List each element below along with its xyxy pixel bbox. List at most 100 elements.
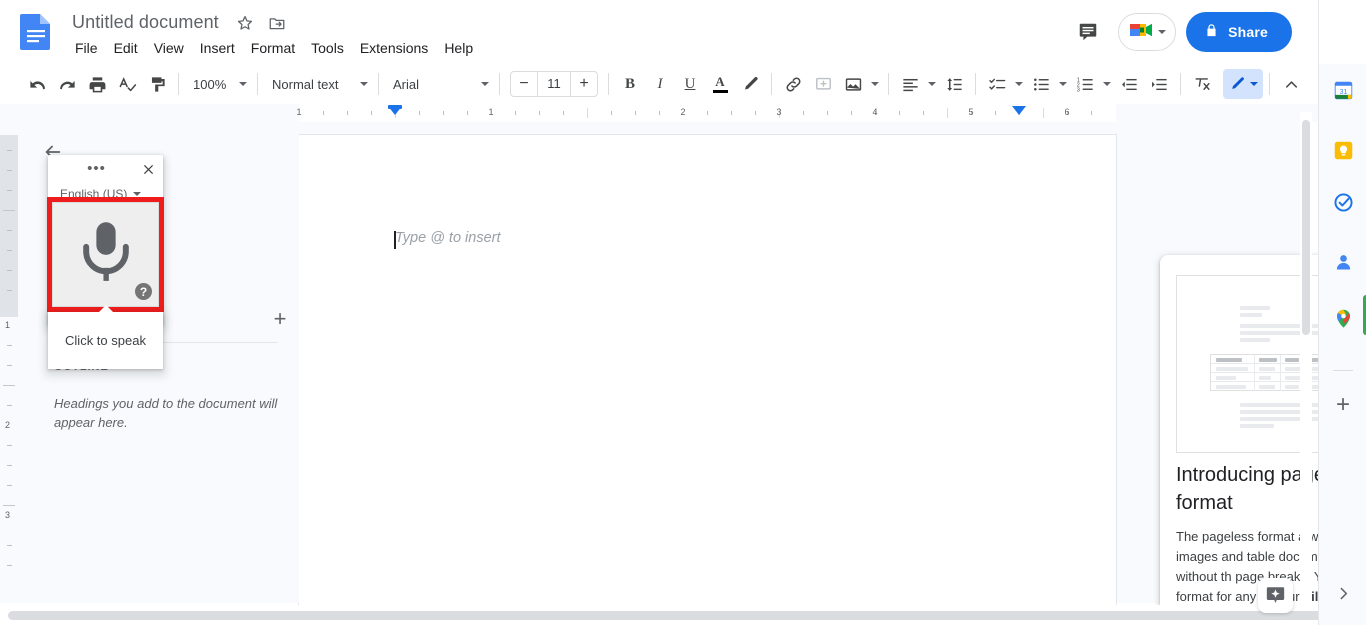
zoom-value: 100% [193,76,227,92]
bold-button[interactable]: B [615,69,645,99]
right-indent-marker[interactable] [1012,106,1026,115]
app-header: Untitled document File Edit View Insert … [0,0,1318,64]
toolbar-divider [178,73,179,95]
line-spacing-icon[interactable] [939,69,969,99]
voice-help-icon[interactable]: ? [135,283,152,300]
font-size-stepper: − 11 + [510,71,598,97]
toolbar-divider [378,73,379,95]
google-meet-icon [1126,18,1156,47]
align-icon[interactable] [895,69,925,99]
font-size-input[interactable]: 11 [537,72,571,96]
bulleted-list-icon[interactable] [1026,69,1056,99]
add-side-panel-app-button[interactable]: + [1331,393,1355,418]
text-color-swatch [712,90,728,93]
menu-extensions[interactable]: Extensions [353,38,435,58]
insert-image-dropdown[interactable] [868,69,882,99]
numbered-list-icon[interactable]: 1 2 3 [1070,69,1100,99]
zoom-selector[interactable]: 100% [185,69,251,99]
insert-link-icon[interactable] [778,69,808,99]
chevron-down-icon [1059,82,1067,86]
google-meet-button[interactable] [1118,13,1177,51]
undo-icon[interactable] [22,69,52,99]
menu-insert[interactable]: Insert [193,38,242,58]
print-icon[interactable] [82,69,112,99]
toolbar-right-group [1223,69,1318,99]
move-to-folder-icon[interactable] [267,13,287,33]
toolbar-divider [499,73,500,95]
comment-history-icon[interactable] [1068,12,1108,52]
horizontal-ruler[interactable]: 1 1 2 3 4 5 6 [0,104,1318,122]
google-docs-logo-icon[interactable] [18,12,54,52]
paragraph-style-selector[interactable]: Normal text [264,69,372,99]
chevron-down-icon[interactable] [1158,30,1167,34]
toolbar-divider [975,73,976,95]
numbered-list-dropdown[interactable] [1100,69,1114,99]
document-title[interactable]: Untitled document [68,10,223,35]
document-page[interactable]: Type @ to insert [299,135,1116,616]
svg-text:31: 31 [1339,89,1347,96]
left-indent-marker[interactable] [388,106,402,115]
paint-format-icon[interactable] [142,69,172,99]
toolbar-divider [608,73,609,95]
ruler-number: 3 [776,107,782,117]
horizontal-scrollbar-thumb[interactable] [8,611,1366,620]
decrease-indent-icon[interactable] [1114,69,1144,99]
voice-dialog-header[interactable]: ••• [48,155,163,183]
clear-formatting-icon[interactable] [1187,69,1217,99]
google-calendar-icon[interactable]: 31 [1331,78,1355,102]
google-workspace-side-panel: 31 + [1318,0,1366,625]
side-panel-header-spacer [1319,0,1366,64]
google-contacts-icon[interactable] [1331,250,1355,274]
document-title-row: Untitled document [68,10,287,35]
ruler-number: 6 [1064,107,1070,117]
bulleted-list-dropdown[interactable] [1056,69,1070,99]
ruler-number: 2 [680,107,686,117]
editing-mode-button[interactable] [1223,69,1263,99]
vertical-scrollbar-thumb[interactable] [1302,120,1310,335]
google-maps-icon[interactable] [1331,306,1355,330]
horizontal-scrollbar[interactable] [0,605,1366,625]
menu-format[interactable]: Format [244,38,302,58]
menu-file[interactable]: File [68,38,105,58]
chevron-down-icon [133,192,142,196]
checklist-icon[interactable] [982,69,1012,99]
close-icon[interactable] [139,160,157,178]
chevron-down-icon [239,82,247,86]
vertical-ruler[interactable]: 1 2 3 [0,122,18,603]
gemini-sparkle-icon[interactable] [1258,578,1293,613]
align-dropdown[interactable] [925,69,939,99]
star-icon[interactable] [235,13,255,33]
font-size-increase-button[interactable]: + [571,72,597,96]
italic-button[interactable]: I [645,69,675,99]
share-button[interactable]: Share [1186,12,1292,52]
font-family-selector[interactable]: Arial [385,69,493,99]
menu-view[interactable]: View [147,38,191,58]
spellcheck-icon[interactable] [112,69,142,99]
google-tasks-icon[interactable] [1331,190,1355,214]
vertical-scrollbar[interactable] [1300,112,1312,603]
insert-placeholder-text: Type @ to insert [395,230,501,246]
underline-button[interactable]: U [675,69,705,99]
menu-edit[interactable]: Edit [107,38,145,58]
add-summary-button[interactable]: + [268,307,292,331]
font-size-decrease-button[interactable]: − [511,72,537,96]
svg-text:3: 3 [1076,87,1079,93]
checklist-dropdown[interactable] [1012,69,1026,99]
collapse-toolbar-button[interactable] [1276,69,1306,99]
menu-tools[interactable]: Tools [304,38,351,58]
chevron-down-icon [1103,82,1111,86]
drag-handle-icon[interactable]: ••• [54,161,139,176]
voice-mic-button[interactable]: ? [52,202,159,307]
increase-indent-icon[interactable] [1144,69,1174,99]
ruler-number: 1 [296,107,302,117]
chevron-down-icon [871,82,879,86]
menu-help[interactable]: Help [437,38,480,58]
insert-image-icon[interactable] [838,69,868,99]
voice-tooltip-text: Click to speak [65,333,146,348]
highlight-pen-icon[interactable] [735,69,765,99]
chevron-down-icon [481,82,489,86]
redo-icon[interactable] [52,69,82,99]
google-keep-icon[interactable] [1331,138,1355,162]
text-color-button[interactable]: A [705,69,735,99]
expand-side-panel-button[interactable] [1333,583,1353,603]
